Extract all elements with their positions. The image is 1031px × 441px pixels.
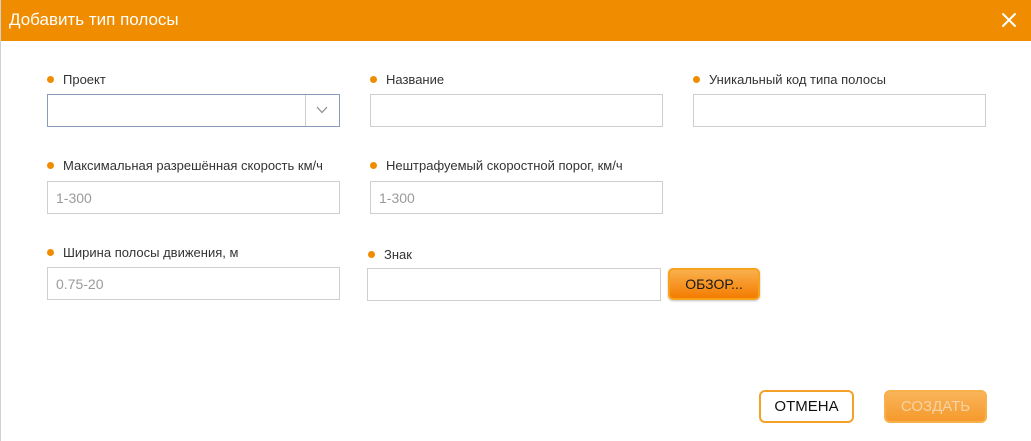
max-speed-label: Максимальная разрешённая скорость км/ч	[47, 158, 323, 174]
name-input[interactable]	[370, 94, 663, 127]
required-dot	[370, 162, 377, 169]
code-label: Уникальный код типа полосы	[693, 72, 886, 88]
add-lane-type-dialog: Добавить тип полосы Проект Название Уник…	[0, 0, 1031, 441]
dialog-title: Добавить тип полосы	[9, 10, 179, 29]
create-button[interactable]: СОЗДАТЬ	[884, 390, 987, 423]
required-dot	[693, 76, 700, 83]
required-dot	[47, 162, 54, 169]
required-dot	[368, 251, 375, 258]
code-input[interactable]	[693, 94, 986, 127]
required-dot	[370, 76, 377, 83]
max-speed-input[interactable]	[47, 181, 340, 214]
sign-input[interactable]	[367, 268, 661, 301]
required-dot	[47, 76, 54, 83]
browse-button[interactable]: ОБЗОР...	[668, 268, 760, 300]
dialog-titlebar: Добавить тип полосы	[1, 0, 1031, 41]
cancel-button[interactable]: ОТМЕНА	[759, 390, 854, 423]
width-input[interactable]	[47, 267, 340, 300]
name-label: Название	[370, 72, 444, 88]
project-select-toggle[interactable]	[305, 95, 339, 126]
project-label: Проект	[47, 72, 106, 88]
close-icon	[1002, 13, 1016, 27]
close-button[interactable]	[1000, 11, 1018, 29]
sign-label: Знак	[368, 247, 412, 263]
width-label: Ширина полосы движения, м	[47, 245, 238, 261]
threshold-input[interactable]	[370, 181, 663, 214]
threshold-label: Нештрафуемый скоростной порог, км/ч	[370, 158, 623, 174]
chevron-down-icon	[316, 106, 328, 114]
required-dot	[47, 249, 54, 256]
project-select[interactable]	[47, 94, 340, 127]
